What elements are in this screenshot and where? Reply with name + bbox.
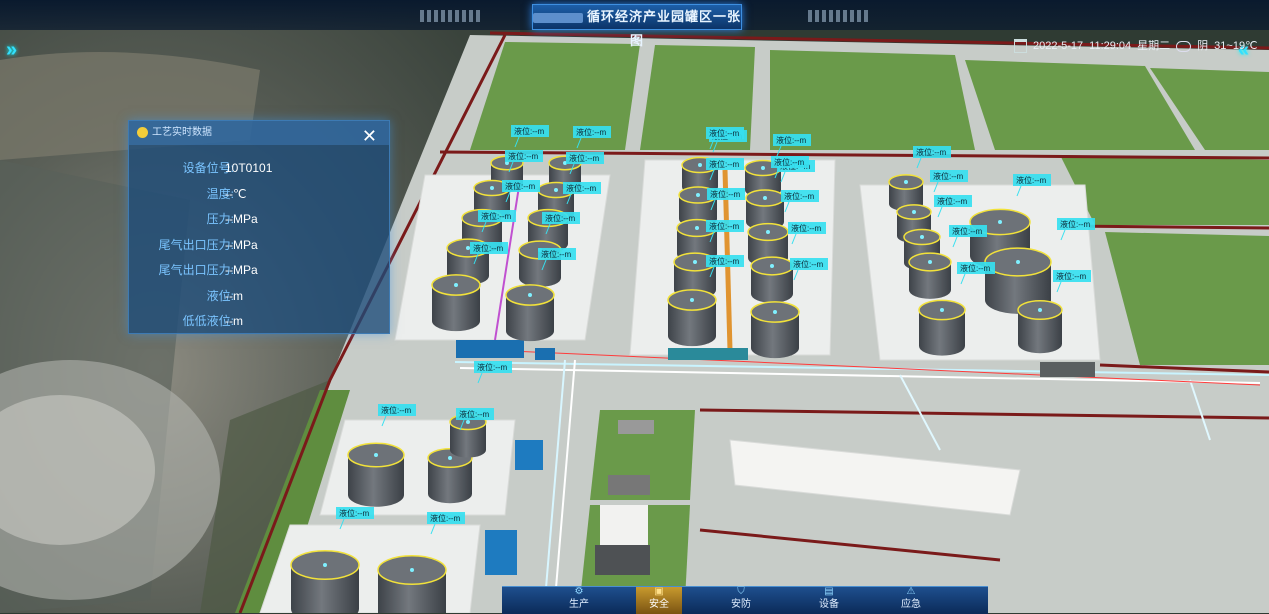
tank-level-text: 液位:--m xyxy=(430,513,461,523)
decor-stripes-right xyxy=(808,10,868,22)
weekday-text: 星期二 xyxy=(1137,40,1171,52)
weather-text: 阴 xyxy=(1197,40,1209,52)
close-icon[interactable]: ✕ xyxy=(362,127,377,145)
tank-level-text: 液位:--m xyxy=(477,362,508,372)
row-value: --MPa xyxy=(225,212,258,226)
nav-security[interactable]: ⛉ 安防 xyxy=(712,587,770,614)
nav-label: 应急 xyxy=(901,599,921,610)
tank-level-text: 液位:--m xyxy=(566,183,597,193)
tank-level-text: 液位:--m xyxy=(791,223,822,233)
tank-level-text: 液位:--m xyxy=(514,126,545,136)
calendar-icon xyxy=(1014,39,1027,54)
storage-tank[interactable] xyxy=(1017,300,1063,354)
storage-tank[interactable] xyxy=(377,554,447,613)
tank-level-text: 液位:--m xyxy=(339,508,370,518)
row-value: --MPa xyxy=(225,263,258,277)
row-value: --m xyxy=(225,288,243,303)
tank-level-text: 液位:--m xyxy=(709,256,740,266)
storage-tank[interactable] xyxy=(750,301,800,359)
tank-level-text: 液位:--m xyxy=(709,159,740,169)
nav-label: 设备 xyxy=(819,599,839,610)
tank-level-text: 液位:--m xyxy=(569,153,600,163)
storage-tank[interactable] xyxy=(750,256,794,303)
tank-level-text: 液位:--m xyxy=(776,135,807,145)
tank-level-text: 液位:--m xyxy=(937,196,968,206)
tank-level-text: 液位:--m xyxy=(960,263,991,273)
production-icon: ⚙ xyxy=(574,586,584,597)
row-tail-gas-pressure-2: 尾气出口压力: --MPa xyxy=(129,258,389,284)
bottom-nav: ⚙ 生产 ▣ 安全 ⛉ 安防 ▤ 设备 ⚠ 应急 xyxy=(502,586,988,614)
time-text: 11:29:04 xyxy=(1089,40,1132,52)
tank-level-text: 液位:--m xyxy=(576,127,607,137)
row-level: 液位: --m xyxy=(129,284,389,310)
tank-level-text: 液位:--m xyxy=(541,249,572,259)
tank-level-text: 液位:--m xyxy=(933,171,964,181)
tank-level-text: 液位:--m xyxy=(381,405,412,415)
tank-level-text: 液位:--m xyxy=(952,226,983,236)
storage-tank[interactable] xyxy=(290,549,360,613)
radiation-icon xyxy=(137,126,148,138)
storage-tank[interactable] xyxy=(918,299,966,356)
row-value: 10T0101 xyxy=(225,161,273,175)
nav-emergency[interactable]: ⚠ 应急 xyxy=(882,587,940,614)
tank-level-text: 液位:--m xyxy=(473,243,504,253)
row-label: 尾气出口压力: xyxy=(158,237,234,252)
nav-label: 安全 xyxy=(649,599,669,610)
row-pressure: 压力: --MPa xyxy=(129,207,389,233)
tank-level-text: 液位:--m xyxy=(709,128,740,138)
equipment-icon: ▤ xyxy=(824,586,834,597)
row-tail-gas-pressure-1: 尾气出口压力: --MPa xyxy=(129,233,389,259)
row-temperature: 温度: --℃ xyxy=(129,182,389,208)
tank-level-text: 液位:--m xyxy=(1060,219,1091,229)
tank-level-text: 液位:--m xyxy=(1056,271,1087,281)
nav-label: 生产 xyxy=(569,599,589,610)
decor-stripes-left xyxy=(420,10,480,22)
row-value: --℃ xyxy=(225,186,247,201)
datetime-weather: 2022-5-17 11:29:04 星期二 阴 31~19℃ xyxy=(1014,36,1266,56)
storage-tank[interactable] xyxy=(347,442,405,507)
storage-tank[interactable] xyxy=(431,274,481,332)
nav-label: 安防 xyxy=(731,599,751,610)
nav-production[interactable]: ⚙ 生产 xyxy=(550,587,608,614)
nav-safety[interactable]: ▣ 安全 xyxy=(636,587,682,614)
tank-level-text: 液位:--m xyxy=(710,189,741,199)
process-data-panel: 工艺实时数据 ✕ 设备位号: 10T0101 温度: --℃ 压力: --MPa 尾气… xyxy=(128,120,390,334)
top-bar: 循环经济产业园罐区一张图 xyxy=(0,0,1269,48)
storage-tank[interactable] xyxy=(908,252,952,299)
tank-level-text: 液位:--m xyxy=(508,151,539,161)
panel-header: 工艺实时数据 xyxy=(129,121,389,145)
row-device-tag: 设备位号: 10T0101 xyxy=(129,156,389,182)
row-low-low-level: 低低液位: --m xyxy=(129,309,389,335)
row-value: --MPa xyxy=(225,237,258,252)
tank-level-text: 液位:--m xyxy=(793,259,824,269)
tank-level-text: 液位:--m xyxy=(1016,175,1047,185)
nav-equipment[interactable]: ▤ 设备 xyxy=(800,587,858,614)
panel-title: 工艺实时数据 xyxy=(152,127,212,138)
tank-level-text: 液位:--m xyxy=(459,409,490,419)
row-label: 尾气出口压力: xyxy=(158,263,234,277)
storage-tank[interactable] xyxy=(667,289,717,347)
tank-level-text: 液位:--m xyxy=(916,147,947,157)
safety-icon: ▣ xyxy=(654,586,664,597)
tank-level-text: 液位:--m xyxy=(545,213,576,223)
tank-level-text: 液位:--m xyxy=(709,221,740,231)
expand-left-arrow-icon[interactable]: » xyxy=(6,38,32,62)
tank-level-text: 液位:--m xyxy=(505,181,536,191)
date-text: 2022-5-17 xyxy=(1033,40,1084,52)
tank-level-text: 液位:--m xyxy=(784,191,815,201)
storage-tank[interactable] xyxy=(505,284,555,342)
tank-level-text: 液位:--m xyxy=(481,211,512,221)
tank-level-text: 液位:--m xyxy=(774,157,805,167)
security-icon: ⛉ xyxy=(737,586,745,597)
page-title: 循环经济产业园罐区一张图 xyxy=(532,4,742,48)
temperature-text: 31~19℃ xyxy=(1214,40,1258,52)
emergency-icon: ⚠ xyxy=(906,586,916,597)
cloud-icon xyxy=(1176,40,1192,52)
storage-tank[interactable] xyxy=(449,413,487,458)
row-value: --m xyxy=(225,314,243,328)
redacted-block xyxy=(533,12,583,23)
